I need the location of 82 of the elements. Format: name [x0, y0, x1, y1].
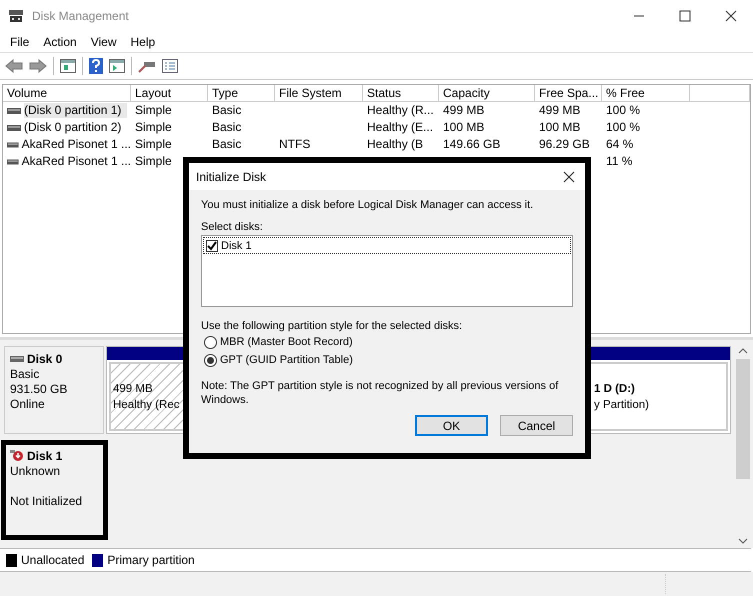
- select-disks-label: Select disks:: [201, 220, 264, 234]
- volume-name: (Disk 0 partition 1): [24, 103, 128, 118]
- ok-button[interactable]: OK: [415, 415, 488, 436]
- table-cell: Basic: [212, 137, 242, 152]
- table-cell: 100 MB: [539, 120, 580, 135]
- help-icon[interactable]: [89, 58, 103, 74]
- volume-name: (Disk 0 partition 2): [24, 120, 122, 135]
- column-header[interactable]: Layout: [131, 85, 208, 102]
- disk-list[interactable]: Disk 1: [201, 235, 573, 307]
- window-title: Disk Management: [32, 9, 129, 23]
- table-cell: Simple: [135, 120, 172, 135]
- column-header[interactable]: Capacity: [439, 85, 535, 102]
- properties-icon[interactable]: [162, 59, 178, 73]
- menu-item[interactable]: Help: [124, 35, 162, 49]
- table-cell: 96.29 GB: [539, 137, 590, 152]
- partition-text: Healthy (Rec: [113, 398, 180, 412]
- scroll-down-icon[interactable]: [738, 537, 748, 545]
- dialog-title: Initialize Disk: [196, 170, 266, 184]
- action-pane-icon[interactable]: [109, 59, 125, 73]
- disk-size: 931.50 GB: [10, 382, 68, 397]
- table-cell: Healthy (B: [367, 137, 424, 152]
- partition-text: y Partition): [594, 396, 649, 412]
- volume-name: AkaRed Pisonet 1 ...: [22, 137, 131, 152]
- column-header[interactable]: % Free: [602, 85, 690, 102]
- drive-icon: [7, 108, 21, 114]
- scroll-up-icon[interactable]: [738, 347, 748, 355]
- table-cell: 499 MB: [539, 103, 580, 118]
- column-header[interactable]: Volume: [3, 85, 131, 102]
- disk-status: Online: [10, 397, 46, 412]
- column-header[interactable]: File System: [275, 85, 363, 102]
- table-cell: 100 %: [606, 103, 640, 118]
- console-tree-icon[interactable]: [60, 59, 76, 73]
- drive-icon: [7, 158, 19, 164]
- table-cell: Healthy (E...: [367, 120, 434, 135]
- table-cell: 149.66 GB: [443, 137, 500, 152]
- table-cell: Healthy (R...: [367, 103, 434, 118]
- column-header[interactable]: Type: [208, 85, 275, 102]
- table-cell: Simple: [135, 154, 172, 169]
- partition-text: 499 MB: [113, 382, 153, 396]
- forward-arrow-icon[interactable]: [29, 59, 47, 73]
- legend-label: Unallocated: [21, 553, 84, 567]
- radio-option[interactable]: MBR (Master Boot Record): [204, 333, 573, 351]
- back-arrow-icon[interactable]: [5, 59, 23, 73]
- drive-icon: [7, 124, 21, 130]
- menu-item[interactable]: View: [84, 35, 124, 49]
- connect-icon[interactable]: [138, 59, 156, 73]
- drive-icon: [7, 142, 19, 148]
- radio-button[interactable]: [204, 336, 217, 348]
- disk-list-item[interactable]: Disk 1: [203, 237, 571, 254]
- table-cell: 11 %: [606, 154, 632, 169]
- table-cell: Basic: [212, 103, 242, 118]
- disk-label[interactable]: Disk 0 Basic 931.50 GB Online: [4, 346, 104, 434]
- checkbox[interactable]: [206, 240, 218, 252]
- disk-status: Not Initialized: [10, 494, 84, 509]
- menu-item[interactable]: Action: [36, 35, 84, 49]
- maximize-icon[interactable]: [679, 10, 691, 22]
- menu-item[interactable]: File: [3, 35, 36, 49]
- column-header[interactable]: Status: [363, 85, 439, 102]
- disk-label[interactable]: Disk 1 Unknown Not Initialized: [1, 440, 108, 540]
- cancel-button[interactable]: Cancel: [500, 415, 573, 436]
- table-cell: Simple: [135, 137, 172, 152]
- radio-button[interactable]: [204, 354, 217, 366]
- table-cell: NTFS: [279, 137, 310, 152]
- disk-name: Disk 0: [27, 352, 62, 366]
- partition-text: 1 D (D:): [594, 380, 635, 396]
- volume-name: AkaRed Pisonet 1 ...: [22, 154, 131, 169]
- table-cell: Simple: [135, 103, 172, 118]
- table-cell: 100 %: [606, 120, 640, 135]
- legend-label: Primary partition: [107, 553, 195, 567]
- table-cell: Basic: [212, 120, 242, 135]
- disk-name: Disk 1: [27, 449, 62, 463]
- disk-type: Basic: [10, 367, 40, 382]
- close-icon[interactable]: [563, 170, 575, 182]
- table-cell: 100 MB: [443, 120, 484, 135]
- dialog-message: You must initialize a disk before Logical Disk Manager can access it.: [201, 198, 534, 212]
- disk-management-icon: [8, 9, 24, 23]
- disk-type: Unknown: [10, 464, 62, 479]
- close-icon[interactable]: [725, 10, 737, 22]
- column-header[interactable]: Free Spa...: [535, 85, 602, 102]
- table-cell: 64 %: [606, 137, 634, 152]
- table-cell: 499 MB: [443, 103, 484, 118]
- partition-style-label: Use the following partition style for the selected disks:: [201, 319, 464, 333]
